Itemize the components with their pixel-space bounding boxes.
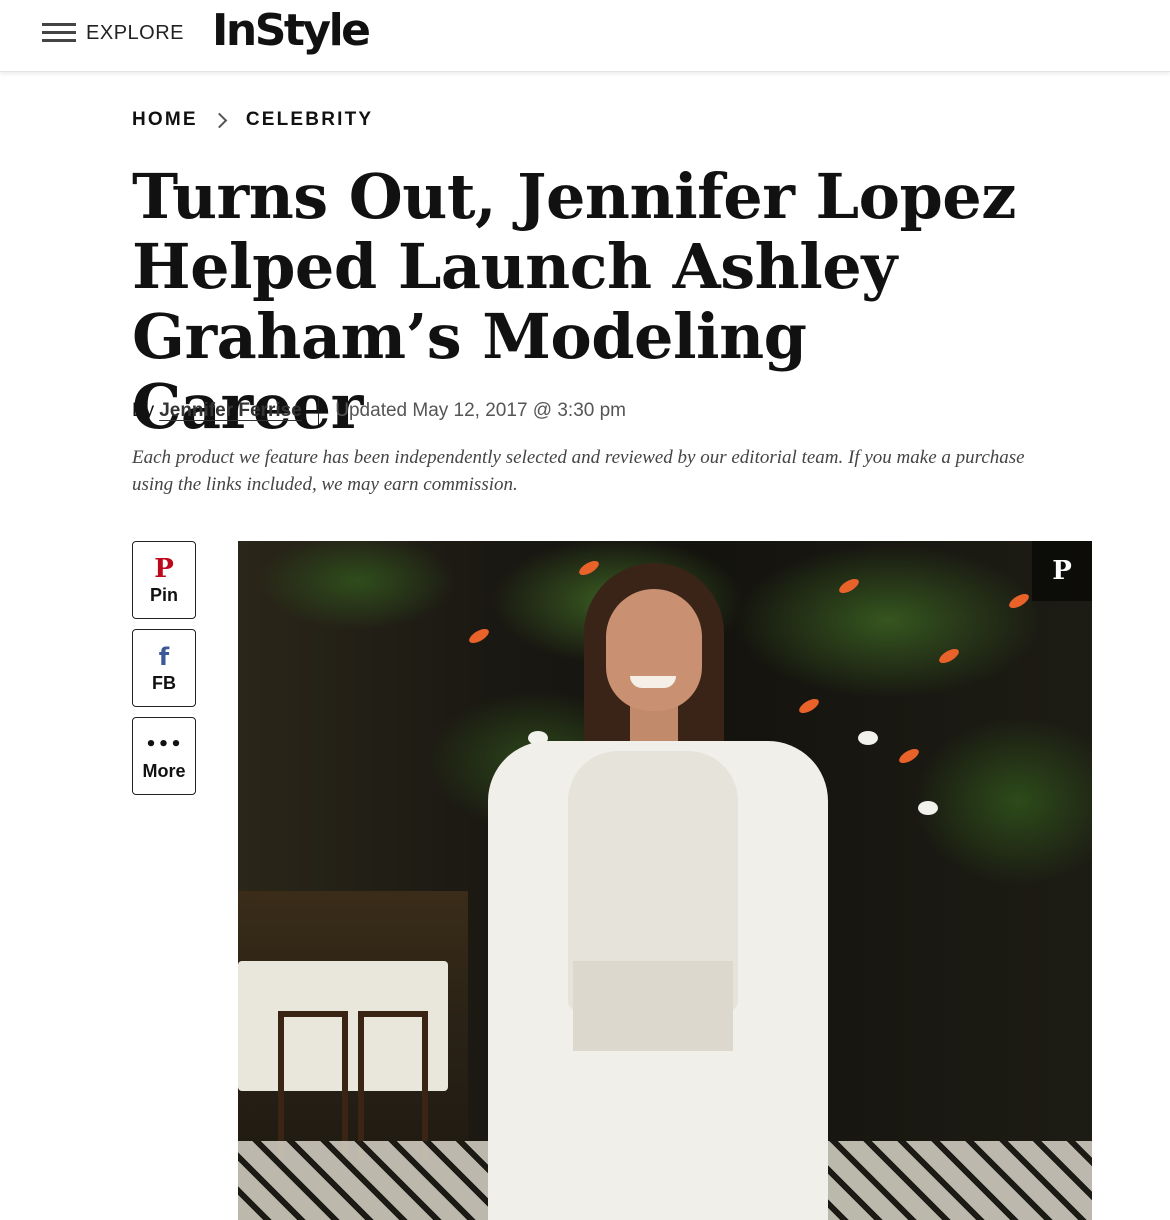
pin-share-button[interactable]: P Pin	[132, 541, 196, 619]
image-pin-button[interactable]: P	[1032, 541, 1092, 601]
more-dots-icon: •••	[145, 734, 183, 755]
pinterest-icon: P	[154, 553, 174, 584]
author-link[interactable]: Jennifer Ferrise	[159, 400, 302, 422]
explore-menu-button[interactable]: EXPLORE	[42, 20, 184, 46]
byline-divider	[317, 397, 320, 425]
more-share-button[interactable]: ••• More	[132, 717, 196, 795]
affiliate-disclaimer: Each product we feature has been indepen…	[132, 447, 1025, 495]
share-rail: P Pin f FB ••• More	[132, 541, 196, 805]
facebook-share-button[interactable]: f FB	[132, 629, 196, 707]
explore-label: EXPLORE	[86, 21, 184, 44]
instyle-logo[interactable]: InStyle	[212, 2, 371, 62]
breadcrumb-home[interactable]: HOME	[132, 109, 198, 131]
fb-label: FB	[152, 672, 176, 693]
title-line: Helped Launch Ashley	[132, 230, 897, 303]
breadcrumb: HOME CELEBRITY	[132, 106, 373, 134]
byline-prefix: By	[132, 400, 155, 421]
pinterest-icon: P	[1052, 556, 1072, 586]
facebook-icon: f	[158, 642, 170, 671]
pin-label: Pin	[149, 584, 178, 605]
chevron-right-icon	[214, 113, 228, 127]
breadcrumb-celebrity[interactable]: CELEBRITY	[246, 109, 373, 131]
hero-image: P	[238, 541, 1092, 1220]
title-line: Turns Out, Jennifer Lopez	[132, 160, 1016, 233]
updated-date: Updated May 12, 2017 @ 3:30 pm	[335, 400, 627, 421]
site-header: EXPLORE InStyle	[0, 0, 1170, 72]
hamburger-icon	[42, 22, 76, 44]
more-label: More	[142, 760, 186, 781]
byline: By Jennifer Ferrise Updated May 12, 2017…	[132, 396, 626, 426]
